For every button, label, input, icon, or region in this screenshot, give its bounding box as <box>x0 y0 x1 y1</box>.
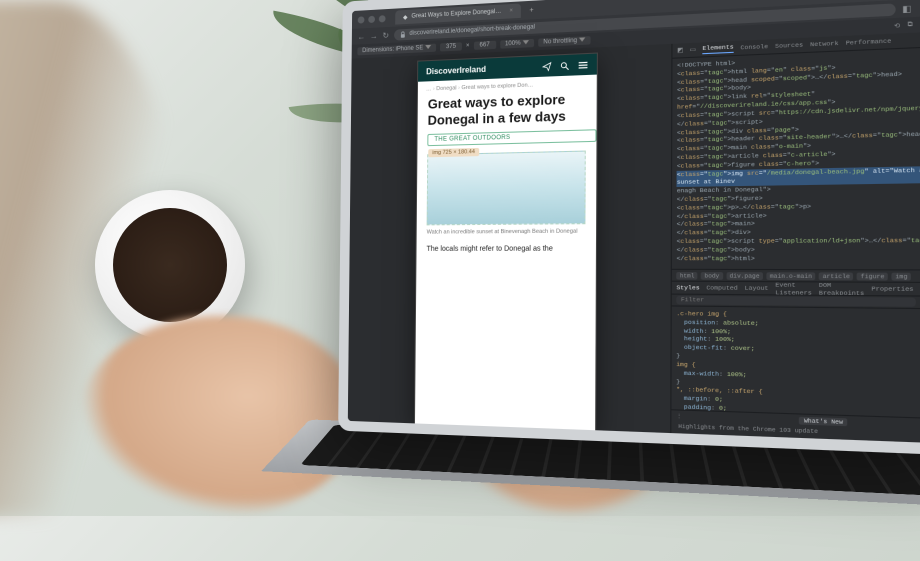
device-mode-icon[interactable]: ▭ <box>690 46 696 54</box>
devtools-dimension-overlay: img 725 × 180.44 <box>428 148 479 157</box>
tab-network[interactable]: Network <box>810 39 839 48</box>
breadcrumb-item[interactable]: … <box>426 86 431 92</box>
tab-close-icon[interactable]: × <box>509 8 513 14</box>
dimension-x: × <box>466 43 470 49</box>
dom-crumb[interactable]: body <box>701 272 723 280</box>
rotate-icon[interactable]: ⟲ <box>894 22 900 30</box>
chevron-down-icon <box>523 40 529 44</box>
tab-layout[interactable]: Layout <box>745 284 769 292</box>
dom-crumb[interactable]: article <box>819 272 853 280</box>
tab-elements[interactable]: Elements <box>702 43 733 54</box>
menu-icon[interactable] <box>578 60 589 70</box>
device-viewport-area: DiscoverIreland <box>348 44 672 433</box>
chevron-down-icon <box>579 37 585 41</box>
styles-pane[interactable]: .c-hero img { position: absolute; width:… <box>672 305 920 419</box>
new-tab-button[interactable]: + <box>525 6 538 14</box>
tab-performance[interactable]: Performance <box>846 37 892 47</box>
article-body: The locals might refer to Donegal as the <box>417 242 597 256</box>
device-width-input[interactable]: 375 <box>440 42 462 51</box>
search-icon[interactable] <box>560 61 569 71</box>
tab-styles[interactable]: Styles <box>676 284 699 292</box>
nav-forward-button[interactable]: → <box>370 31 378 40</box>
breadcrumb-item[interactable]: Donegal <box>433 85 457 92</box>
devtools-panel: ◩ ▭ Elements Console Sources Network Per… <box>670 30 920 443</box>
device-frame: DiscoverIreland <box>415 54 597 431</box>
laptop-screen: ◆ Great Ways to Explore Donegal… × + ← →… <box>338 0 920 455</box>
whats-new-badge[interactable]: What's New <box>799 416 847 425</box>
hero-image[interactable]: img 725 × 180.44 <box>427 151 586 226</box>
extensions-icon[interactable]: ◧ <box>902 3 911 14</box>
zoom-select[interactable]: 100% <box>500 39 534 49</box>
elements-tree[interactable]: <!DOCTYPE html><class="tagc">html lang="… <box>672 45 920 269</box>
dom-crumb[interactable]: div.page <box>726 272 763 280</box>
lock-icon <box>400 31 406 38</box>
device-select[interactable]: Dimensions: iPhone SE <box>357 44 436 56</box>
nav-reload-button[interactable]: ↻ <box>382 30 389 39</box>
drawer-toggle-icon[interactable]: ⋮ <box>676 412 682 420</box>
dom-crumb[interactable]: img <box>892 272 911 280</box>
image-caption: Watch an incredible sunset at Binevenagh… <box>417 229 596 244</box>
throttling-select[interactable]: No throttling <box>538 36 591 47</box>
chevron-down-icon <box>425 45 431 49</box>
window-minimize[interactable] <box>368 15 375 22</box>
site-logo[interactable]: DiscoverIreland <box>426 64 486 76</box>
nav-back-button[interactable]: ← <box>358 32 366 41</box>
tab-favicon: ◆ <box>403 13 408 20</box>
tab-title: Great Ways to Explore Donegal… <box>411 9 501 20</box>
tab-sources[interactable]: Sources <box>775 41 803 50</box>
tab-console[interactable]: Console <box>740 43 768 52</box>
tab-properties[interactable]: Properties <box>871 285 913 293</box>
hand-left <box>80 316 360 516</box>
inspect-icon[interactable]: ◩ <box>677 47 683 55</box>
dom-crumb[interactable]: html <box>676 271 697 279</box>
url-text: discoverireland.ie/donegal/short-break-d… <box>409 24 535 37</box>
dom-crumb[interactable]: main.o-main <box>766 272 815 280</box>
dom-crumb[interactable]: figure <box>857 272 888 280</box>
window-maximize[interactable] <box>379 15 386 22</box>
screenshot-icon[interactable]: ⧉ <box>907 21 912 29</box>
page-title: Great ways to explore Donegal in a few d… <box>418 88 597 134</box>
send-icon[interactable] <box>542 61 551 71</box>
tab-computed[interactable]: Computed <box>706 284 737 292</box>
laptop: ◆ Great Ways to Explore Donegal… × + ← →… <box>337 0 920 557</box>
window-close[interactable] <box>358 16 365 23</box>
device-height-input[interactable]: 667 <box>473 41 495 50</box>
